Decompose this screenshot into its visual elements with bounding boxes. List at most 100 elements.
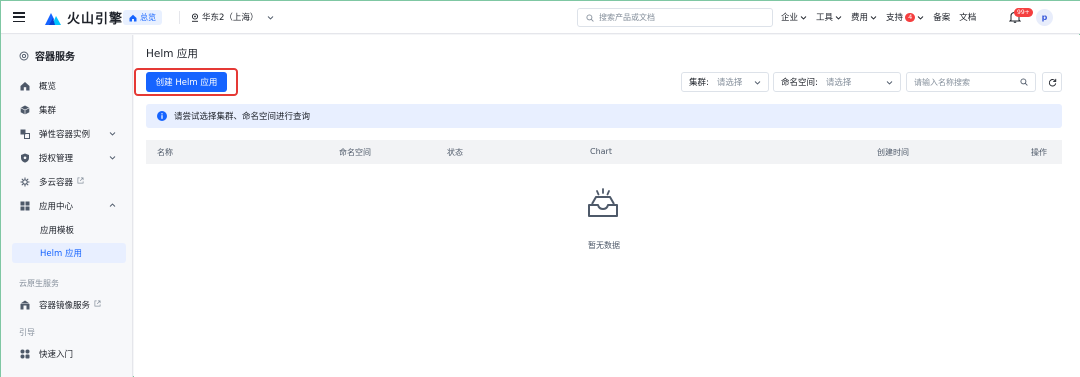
top-bar: 火山引擎 总览 华东2（上海） 搜索产品或文档 企业 工具 费用 支持 4 备案 … [1, 1, 1080, 34]
sidebar-item-clusters[interactable]: 集群 [12, 100, 126, 120]
multicloud-icon [20, 177, 30, 187]
column-header-namespace[interactable]: 命名空间 [339, 147, 371, 158]
cluster-filter-label: 集群: [689, 78, 709, 88]
column-header-name[interactable]: 名称 [157, 147, 173, 158]
sidebar-item-app-templates[interactable]: 应用模板 [12, 220, 126, 240]
chevron-down-icon [800, 14, 807, 21]
cluster-filter-select[interactable]: 集群: 请选择 [681, 72, 769, 92]
refresh-button[interactable] [1042, 72, 1062, 92]
nav-enterprise[interactable]: 企业 [781, 11, 807, 23]
sidebar-item-label: 弹性容器实例 [39, 130, 91, 140]
sidebar-section-cloud-native: 云原生服务 [19, 279, 59, 288]
info-banner-text: 请尝试选择集群、命名空间进行查询 [174, 112, 311, 122]
info-icon [157, 111, 167, 121]
page-title: Helm 应用 [146, 48, 198, 60]
sidebar-item-authorization[interactable]: 授权管理 [12, 148, 126, 168]
namespace-filter-label: 命名空间: [781, 78, 818, 88]
empty-box-icon [588, 188, 618, 217]
column-header-status[interactable]: 状态 [447, 147, 463, 158]
registry-icon [20, 300, 30, 310]
chevron-down-icon [109, 130, 116, 137]
avatar[interactable]: p [1036, 9, 1053, 26]
namespace-filter-select[interactable]: 命名空间: 请选择 [773, 72, 901, 92]
nav-label: 费用 [851, 13, 869, 23]
main-content: Helm 应用 创建 Helm 应用 集群: 请选择 命名空间: 请选择 请输入… [134, 35, 1080, 377]
sidebar-section-guide: 引导 [19, 328, 35, 337]
brand-logo[interactable]: 火山引擎 [43, 8, 123, 27]
search-icon [1020, 78, 1028, 86]
home-icon [20, 81, 30, 91]
notification-badge: 99+ [1014, 8, 1033, 17]
nav-label: 支持 [886, 13, 904, 23]
external-link-icon [94, 300, 101, 310]
create-helm-app-button[interactable]: 创建 Helm 应用 [146, 72, 227, 92]
sidebar-item-helm-apps[interactable]: Helm 应用 [12, 243, 126, 263]
sidebar-item-label: 多云容器 [39, 178, 74, 188]
sidebar: 容器服务 概览 集群 弹性容器实例 授权管理 多云容器 应用中心 应用模板 He… [1, 35, 133, 377]
nav-docs[interactable]: 文档 [959, 11, 976, 23]
shield-icon [20, 153, 30, 163]
chevron-down-icon [267, 14, 274, 21]
nav-support[interactable]: 支持 4 [886, 11, 924, 23]
menu-icon[interactable] [13, 12, 25, 23]
sidebar-title: 容器服务 [19, 48, 75, 63]
nav-label: 企业 [781, 13, 799, 23]
sidebar-title-label: 容器服务 [35, 52, 75, 63]
name-search-input[interactable]: 请输入名称搜索 [906, 72, 1036, 92]
nav-label: 工具 [816, 13, 834, 23]
location-pin-icon [191, 12, 199, 22]
column-header-chart[interactable]: Chart [590, 147, 612, 156]
volcano-logo-icon [45, 12, 61, 25]
cube-icon [20, 105, 30, 115]
sidebar-item-label: 应用模板 [40, 226, 75, 236]
namespace-filter-placeholder: 请选择 [825, 78, 852, 88]
nav-tools[interactable]: 工具 [816, 11, 842, 23]
divider [179, 11, 180, 24]
column-header-actions: 操作 [1031, 148, 1047, 157]
info-banner: 请尝试选择集群、命名空间进行查询 [146, 104, 1062, 128]
nav-label: 文档 [959, 13, 977, 23]
sidebar-item-label: 集群 [39, 106, 57, 116]
sidebar-item-label: 授权管理 [39, 154, 74, 164]
elastic-icon [20, 129, 30, 139]
sidebar-item-app-center[interactable]: 应用中心 [12, 196, 126, 216]
refresh-icon [1048, 78, 1056, 86]
name-search-placeholder: 请输入名称搜索 [914, 77, 970, 87]
sidebar-item-elastic-container[interactable]: 弹性容器实例 [12, 124, 126, 144]
region-selector[interactable]: 华东2（上海） [191, 11, 274, 23]
overview-tag[interactable]: 总览 [123, 10, 162, 25]
chevron-down-icon [754, 79, 761, 86]
apps-icon [20, 201, 30, 211]
search-icon [586, 13, 594, 22]
global-search-input[interactable]: 搜索产品或文档 [577, 8, 773, 27]
home-icon [129, 14, 137, 21]
top-nav: 企业 工具 费用 支持 4 备案 文档 [781, 11, 985, 23]
overview-tag-label: 总览 [140, 13, 156, 22]
sidebar-item-overview[interactable]: 概览 [12, 76, 126, 96]
nav-billing[interactable]: 费用 [851, 11, 877, 23]
sidebar-item-label: Helm 应用 [40, 249, 82, 259]
cluster-filter-placeholder: 请选择 [716, 78, 743, 88]
table-header: 名称 命名空间 状态 Chart 创建时间 操作 [146, 140, 1062, 164]
chevron-up-icon [109, 202, 116, 209]
external-link-icon [77, 177, 84, 187]
support-badge: 4 [905, 12, 916, 22]
sidebar-item-multicloud[interactable]: 多云容器 [12, 172, 126, 192]
nav-filing[interactable]: 备案 [933, 11, 950, 23]
chevron-down-icon [917, 14, 924, 21]
sidebar-item-label: 应用中心 [39, 202, 74, 212]
sidebar-item-label: 快速入门 [39, 350, 74, 360]
sidebar-item-registry[interactable]: 容器镜像服务 [12, 295, 126, 315]
chevron-down-icon [835, 14, 842, 21]
sidebar-item-quickstart[interactable]: 快速入门 [12, 344, 126, 364]
chevron-down-icon [870, 14, 877, 21]
empty-state-text: 暂无数据 [588, 241, 620, 250]
chevron-down-icon [109, 154, 116, 161]
nav-label: 备案 [933, 13, 951, 23]
quickstart-icon [20, 349, 30, 359]
brand-name: 火山引擎 [67, 12, 124, 27]
column-header-created-time[interactable]: 创建时间 [877, 147, 909, 158]
container-service-icon [19, 51, 29, 60]
sidebar-item-label: 容器镜像服务 [39, 301, 91, 311]
chevron-down-icon [886, 79, 893, 86]
